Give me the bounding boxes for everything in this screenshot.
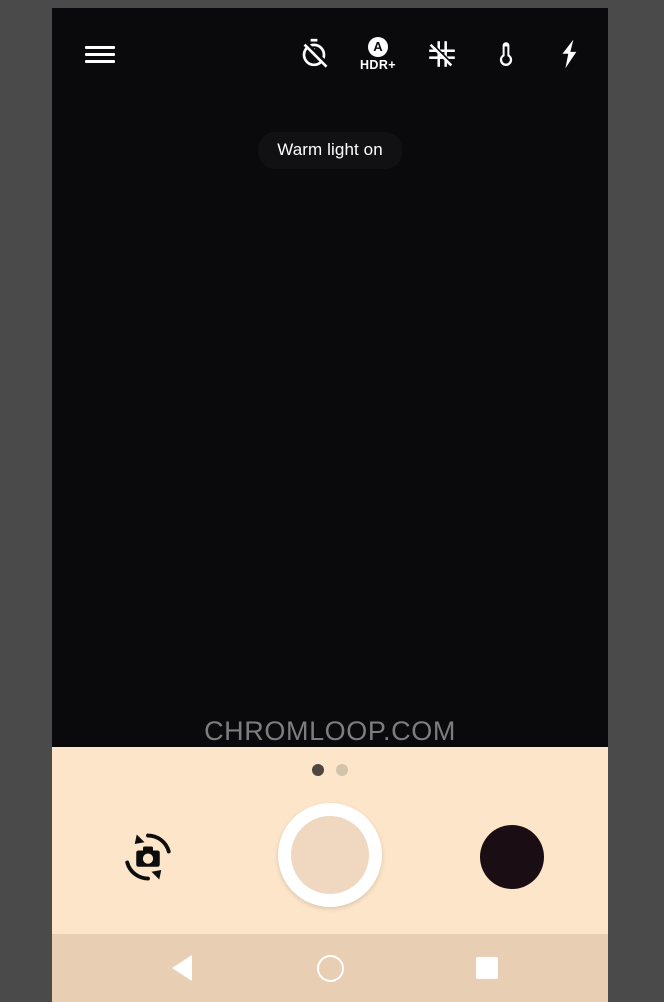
grid-off-icon — [429, 41, 455, 67]
grid-button[interactable] — [418, 30, 466, 78]
nav-back-icon — [172, 955, 192, 981]
flip-camera-button[interactable] — [118, 827, 178, 887]
gallery-thumbnail-button[interactable] — [480, 825, 544, 889]
screen-background: A HDR+ Warm light on CHROMLOOP.COM — [0, 0, 664, 1002]
shutter-button[interactable] — [278, 803, 382, 907]
timer-off-icon — [302, 38, 330, 68]
timer-button[interactable] — [290, 30, 338, 78]
hdr-auto-badge: A — [368, 36, 388, 57]
watermark-text: CHROMLOOP.COM — [204, 716, 456, 746]
camera-viewfinder[interactable]: A HDR+ Warm light on CHROMLOOP.COM — [52, 8, 608, 747]
hamburger-menu-icon — [85, 42, 115, 67]
camera-controls-panel — [52, 747, 608, 934]
camera-flip-icon — [125, 833, 171, 881]
nav-recents-icon — [476, 957, 498, 979]
hdr-plus-button[interactable]: A HDR+ — [352, 26, 404, 82]
mode-pager-dots[interactable] — [52, 764, 608, 776]
thermometer-icon — [499, 42, 513, 66]
nav-home-icon — [316, 954, 344, 982]
nav-recents-button[interactable] — [447, 934, 527, 1002]
flash-button[interactable] — [545, 28, 593, 80]
hamburger-menu-button[interactable] — [74, 30, 126, 78]
status-toast: Warm light on — [258, 132, 402, 169]
hdr-plus-label: HDR+ — [360, 57, 396, 72]
camera-top-toolbar: A HDR+ — [52, 8, 608, 92]
phone-screen: A HDR+ Warm light on CHROMLOOP.COM — [52, 8, 608, 1002]
pager-dot-active[interactable] — [312, 764, 324, 776]
flash-icon — [562, 39, 577, 69]
nav-home-button[interactable] — [290, 934, 370, 1002]
android-navigation-bar — [52, 934, 608, 1002]
nav-back-button[interactable] — [142, 934, 222, 1002]
shutter-button-inner — [291, 816, 369, 894]
pager-dot-inactive[interactable] — [336, 764, 348, 776]
warm-light-button[interactable] — [482, 30, 530, 78]
